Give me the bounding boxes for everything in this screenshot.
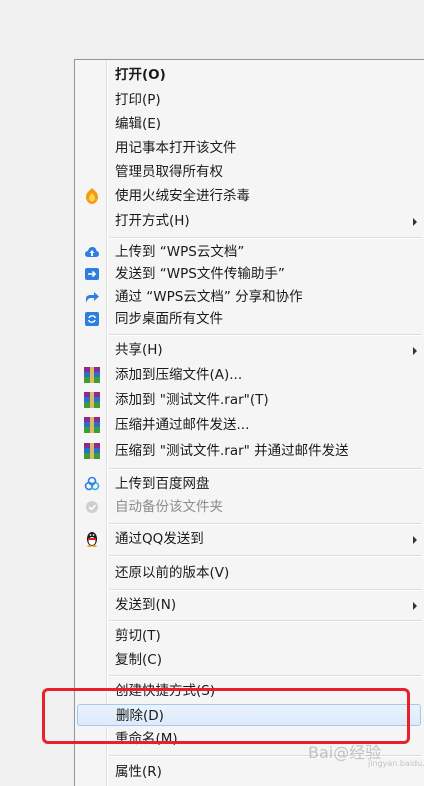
menu-item-label: 复制(C) <box>115 652 162 668</box>
winrar-icon <box>83 416 101 434</box>
menu-item-label: 属性(R) <box>115 764 162 780</box>
submenu-arrow-icon <box>413 602 417 610</box>
menu-item-label: 压缩并通过邮件发送... <box>115 417 250 433</box>
submenu-arrow-icon <box>413 536 417 544</box>
menu-item-print[interactable]: 打印(P) <box>77 89 421 111</box>
context-menu: 打开(O) 打印(P) 编辑(E) 用记事本打开该文件 管理员取得所有权 使用火… <box>74 59 424 786</box>
menu-item-send-to[interactable]: 发送到(N) <box>77 594 421 616</box>
submenu-arrow-icon <box>413 347 417 355</box>
menu-item-label: 同步桌面所有文件 <box>115 311 223 327</box>
send-arrow-icon <box>83 265 101 283</box>
menu-item-label: 打印(P) <box>115 92 161 108</box>
menu-item-open-notepad[interactable]: 用记事本打开该文件 <box>77 137 421 159</box>
menu-item-label: 上传到 “WPS云文档” <box>115 244 245 260</box>
menu-item-edit[interactable]: 编辑(E) <box>77 113 421 135</box>
huorong-shield-icon <box>83 187 101 205</box>
menu-item-huorong-scan[interactable]: 使用火绒安全进行杀毒 <box>77 185 421 207</box>
menu-item-label: 发送到 “WPS文件传输助手” <box>115 266 285 282</box>
menu-separator <box>109 589 422 591</box>
winrar-icon <box>83 366 101 384</box>
menu-item-label: 自动备份该文件夹 <box>115 499 223 515</box>
qq-penguin-icon <box>83 530 101 548</box>
menu-item-label: 添加到压缩文件(A)... <box>115 367 243 383</box>
menu-item-copy[interactable]: 复制(C) <box>77 649 421 671</box>
menu-item-open-with[interactable]: 打开方式(H) <box>77 210 421 232</box>
submenu-arrow-icon <box>413 218 417 226</box>
menu-item-label: 使用火绒安全进行杀毒 <box>115 188 250 204</box>
baidu-watermark: Bai@经验 jingyan.baidu.com <box>308 727 424 771</box>
menu-item-label: 打开方式(H) <box>115 213 190 229</box>
menu-item-rar-add[interactable]: 添加到压缩文件(A)... <box>77 364 421 386</box>
menu-item-label: 剪切(T) <box>115 628 161 644</box>
menu-item-wps-upload[interactable]: 上传到 “WPS云文档” <box>77 241 421 263</box>
menu-item-label: 共享(H) <box>115 342 163 358</box>
baidu-netdisk-icon <box>83 475 101 493</box>
menu-item-rar-add-named[interactable]: 添加到 "测试文件.rar"(T) <box>77 389 421 411</box>
winrar-icon <box>83 442 101 460</box>
menu-item-label: 添加到 "测试文件.rar"(T) <box>115 392 269 408</box>
menu-item-label: 发送到(N) <box>115 597 177 613</box>
cloud-upload-icon <box>83 243 101 261</box>
menu-item-take-ownership[interactable]: 管理员取得所有权 <box>77 161 421 183</box>
menu-item-qq-send[interactable]: 通过QQ发送到 <box>77 528 421 550</box>
menu-item-label: 用记事本打开该文件 <box>115 140 237 156</box>
menu-item-label: 压缩到 "测试文件.rar" 并通过邮件发送 <box>115 443 349 459</box>
menu-item-baidu-backup: 自动备份该文件夹 <box>77 496 421 518</box>
menu-separator <box>109 555 422 557</box>
menu-item-label: 上传到百度网盘 <box>115 476 210 492</box>
sync-desktop-icon <box>83 310 101 328</box>
menu-item-label: 管理员取得所有权 <box>115 164 223 180</box>
menu-separator <box>109 237 422 239</box>
menu-item-label: 通过 “WPS云文档” 分享和协作 <box>115 289 303 305</box>
menu-item-rar-email[interactable]: 压缩并通过邮件发送... <box>77 414 421 436</box>
menu-item-open[interactable]: 打开(O) <box>77 64 421 86</box>
menu-item-label: 打开(O) <box>115 67 166 83</box>
menu-item-restore-versions[interactable]: 还原以前的版本(V) <box>77 562 421 584</box>
menu-item-baidu-upload[interactable]: 上传到百度网盘 <box>77 473 421 495</box>
menu-separator <box>109 620 422 622</box>
menu-separator <box>109 468 422 470</box>
winrar-icon <box>83 391 101 409</box>
menu-item-cut[interactable]: 剪切(T) <box>77 625 421 647</box>
baidu-backup-icon <box>83 498 101 516</box>
menu-item-share[interactable]: 共享(H) <box>77 339 421 361</box>
menu-separator <box>109 675 422 677</box>
menu-separator <box>109 523 422 525</box>
menu-item-label: 通过QQ发送到 <box>115 531 204 547</box>
watermark-subtext: jingyan.baidu.com <box>368 759 424 768</box>
menu-separator <box>109 334 422 336</box>
menu-item-sync-desktop[interactable]: 同步桌面所有文件 <box>77 308 421 330</box>
menu-item-label: 编辑(E) <box>115 116 162 132</box>
menu-item-wps-send[interactable]: 发送到 “WPS文件传输助手” <box>77 263 421 285</box>
menu-item-wps-share[interactable]: 通过 “WPS云文档” 分享和协作 <box>77 286 421 308</box>
share-icon <box>83 288 101 306</box>
menu-item-label: 还原以前的版本(V) <box>115 565 230 581</box>
menu-item-rar-named-email[interactable]: 压缩到 "测试文件.rar" 并通过邮件发送 <box>77 440 421 462</box>
